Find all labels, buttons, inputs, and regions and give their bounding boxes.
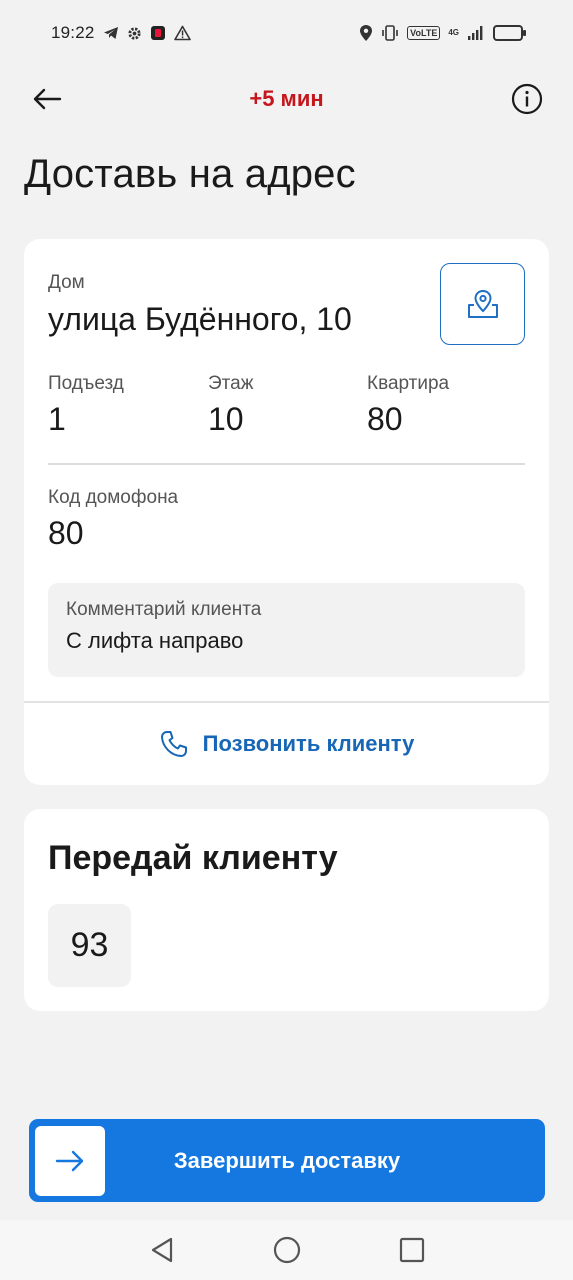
map-pin-icon (467, 289, 498, 318)
location-icon (359, 24, 373, 42)
info-icon (511, 83, 543, 115)
settings-icon (127, 26, 142, 41)
client-comment: Комментарий клиента С лифта направо (48, 583, 525, 677)
status-bar: 19:22 VoLTE 4G (0, 0, 573, 66)
nav-home-button[interactable] (272, 1235, 302, 1265)
handover-card: Передай клиенту 93 (24, 809, 549, 1011)
arrow-right-icon (55, 1150, 84, 1172)
house-label: Дом (48, 272, 85, 293)
apartment-value: 80 (367, 401, 403, 437)
delay-timer: +5 мин (249, 86, 324, 111)
entrance-field: Подъезд 1 (48, 373, 124, 438)
square-recents-icon (399, 1237, 424, 1263)
call-client-label: Позвонить клиенту (202, 731, 415, 756)
intercom-field: Код домофона 80 (48, 487, 178, 552)
comment-label: Комментарий клиента (66, 599, 262, 620)
signal-icon (467, 25, 485, 41)
status-time: 19:22 (51, 23, 95, 42)
intercom-value: 80 (48, 515, 84, 551)
floor-value: 10 (208, 401, 244, 437)
address-card: Дом улица Будённого, 10 Подъезд 1 Этаж 1… (24, 239, 549, 785)
phone-icon (160, 731, 187, 757)
status-bar-right: VoLTE 4G (359, 24, 526, 42)
comment-text: С лифта направо (66, 628, 244, 653)
finish-arrow-box (35, 1126, 105, 1196)
top-app-bar: +5 мин (0, 66, 573, 132)
system-nav-bar (0, 1220, 573, 1280)
floor-field: Этаж 10 (208, 373, 253, 438)
apartment-field: Квартира 80 (367, 373, 449, 438)
finish-delivery-button[interactable]: Завершить доставку (29, 1119, 545, 1202)
circle-home-icon (273, 1236, 300, 1264)
info-button[interactable] (510, 82, 544, 116)
nav-recents-button[interactable] (397, 1235, 427, 1265)
open-map-button[interactable] (440, 263, 525, 345)
handover-title: Передай клиенту (48, 839, 338, 877)
page-title: Доставь на адрес (24, 152, 356, 196)
network-4g-icon: 4G (448, 28, 459, 37)
telegram-icon (103, 25, 119, 41)
nav-back-button[interactable] (147, 1235, 177, 1265)
call-client-button[interactable]: Позвонить клиенту (24, 703, 549, 785)
handover-code: 93 (48, 904, 131, 987)
entrance-label: Подъезд (48, 373, 124, 394)
floor-label: Этаж (208, 373, 254, 394)
finish-delivery-label: Завершить доставку (173, 1147, 401, 1173)
arrow-left-icon (33, 88, 62, 110)
apartment-label: Квартира (367, 373, 450, 394)
vibrate-icon (381, 24, 399, 42)
volte-icon: VoLTE (407, 26, 441, 40)
status-bar-left: 19:22 (51, 23, 191, 43)
house-address: улица Будённого, 10 (48, 301, 352, 337)
intercom-label: Код домофона (48, 487, 179, 508)
divider (48, 463, 525, 465)
app-notification-icon (150, 25, 166, 41)
warning-icon (173, 25, 191, 41)
triangle-back-icon (151, 1237, 172, 1263)
entrance-value: 1 (48, 401, 66, 437)
back-button[interactable] (30, 82, 64, 116)
battery-icon (493, 25, 526, 41)
